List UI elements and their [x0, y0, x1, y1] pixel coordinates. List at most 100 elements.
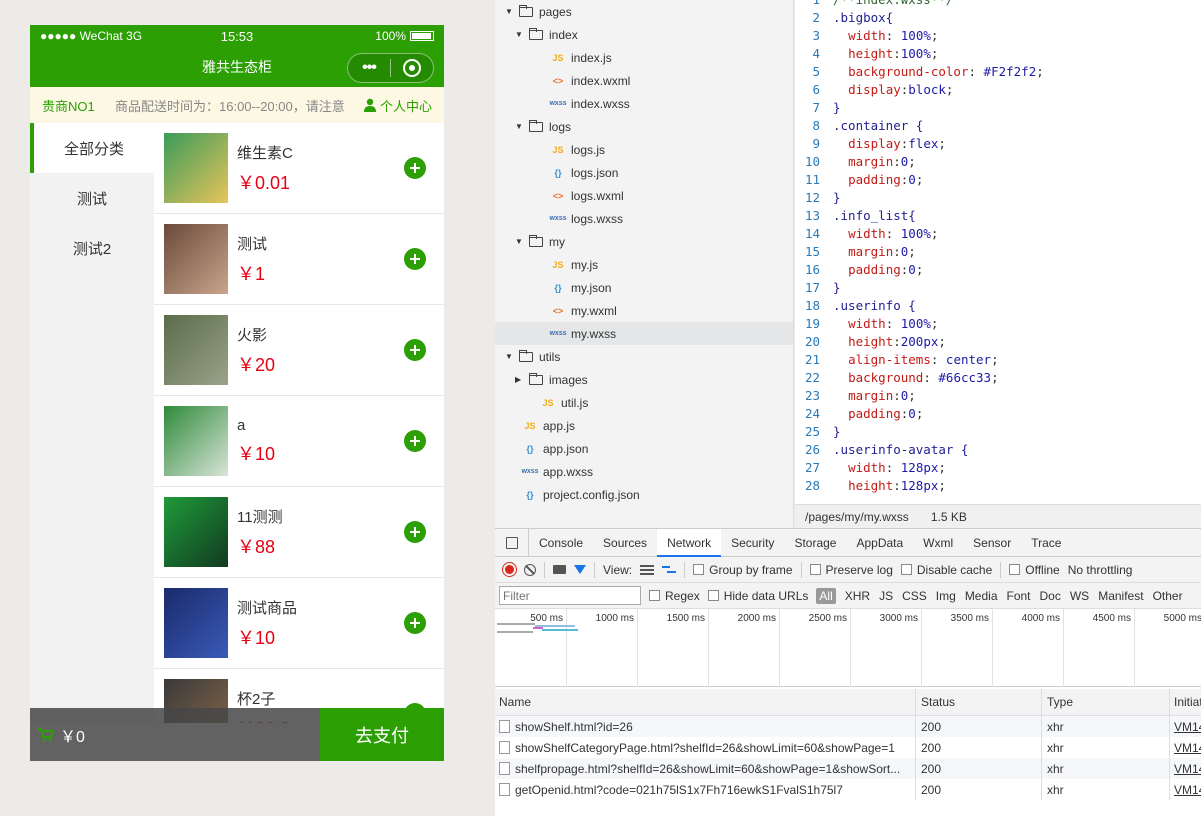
tree-folder[interactable]: ▼ logs: [495, 115, 793, 138]
tree-folder[interactable]: ▼ pages: [495, 0, 793, 23]
tree-file[interactable]: wxss app.wxss: [495, 460, 793, 483]
goods-item[interactable]: 11测测 ￥88: [154, 487, 444, 578]
type-filter-all[interactable]: All: [816, 587, 836, 604]
chevron-down-icon[interactable]: ▼: [515, 30, 525, 39]
tab-storage[interactable]: Storage: [784, 529, 846, 557]
tree-folder[interactable]: ▼ index: [495, 23, 793, 46]
table-row[interactable]: showShelf.html?id=26 200xhrVM14: [495, 716, 1201, 737]
tab-sources[interactable]: Sources: [593, 529, 657, 557]
tree-file[interactable]: JS app.js: [495, 414, 793, 437]
chevron-down-icon[interactable]: ▼: [505, 352, 515, 361]
category-all[interactable]: 全部分类: [30, 123, 154, 173]
column-initiator[interactable]: Initiator: [1170, 689, 1201, 715]
type-filter-manifest[interactable]: Manifest: [1098, 589, 1143, 603]
column-status[interactable]: Status: [916, 689, 1042, 715]
tab-console[interactable]: Console: [529, 529, 593, 557]
category-test[interactable]: 测试: [30, 173, 154, 223]
column-type[interactable]: Type: [1042, 689, 1170, 715]
tab-trace[interactable]: Trace: [1021, 529, 1071, 557]
tree-file[interactable]: {} app.json: [495, 437, 793, 460]
add-to-cart-button[interactable]: [404, 521, 426, 543]
tree-file[interactable]: JS my.js: [495, 253, 793, 276]
tree-file[interactable]: <> index.wxml: [495, 69, 793, 92]
type-filter-ws[interactable]: WS: [1070, 589, 1089, 603]
tab-network[interactable]: Network: [657, 528, 722, 557]
clear-button[interactable]: [524, 563, 536, 576]
chevron-down-icon[interactable]: ▼: [515, 237, 525, 246]
disable-cache-checkbox[interactable]: Disable cache: [900, 563, 992, 577]
tree-file[interactable]: <> my.wxml: [495, 299, 793, 322]
type-filter-css[interactable]: CSS: [902, 589, 927, 603]
pay-button[interactable]: 去支付: [320, 708, 444, 761]
type-filter-doc[interactable]: Doc: [1040, 589, 1061, 603]
network-timeline[interactable]: 500 ms 1000 ms 1500 ms 2000 ms 2500 ms 3000 m…: [495, 609, 1201, 687]
table-row[interactable]: getOpenid.html?code=021h75lS1x7Fh716ewkS…: [495, 779, 1201, 800]
js-file-icon: JS: [552, 52, 564, 63]
column-name[interactable]: Name: [495, 689, 916, 715]
offline-checkbox[interactable]: Offline: [1009, 563, 1060, 577]
add-to-cart-button[interactable]: [404, 430, 426, 452]
type-filter-js[interactable]: JS: [879, 589, 893, 603]
tree-file[interactable]: <> logs.wxml: [495, 184, 793, 207]
add-to-cart-button[interactable]: [404, 612, 426, 634]
goods-item[interactable]: 火影 ￥20: [154, 305, 444, 396]
tree-file[interactable]: JS util.js: [495, 391, 793, 414]
chevron-down-icon[interactable]: ▼: [515, 122, 525, 131]
tree-file[interactable]: {} logs.json: [495, 161, 793, 184]
hide-data-urls-checkbox[interactable]: Hide data URLs: [707, 589, 808, 603]
type-filter-xhr[interactable]: XHR: [845, 589, 870, 603]
tab-security[interactable]: Security: [721, 529, 784, 557]
code-editor[interactable]: 1/**index.wxss**/2.bigbox{3 width: 100%;…: [795, 0, 1201, 504]
tree-file[interactable]: wxss logs.wxss: [495, 207, 793, 230]
tab-appdata[interactable]: AppData: [846, 529, 913, 557]
goods-item[interactable]: 测试商品 ￥10: [154, 578, 444, 669]
group-by-frame-checkbox[interactable]: Group by frame: [693, 563, 793, 577]
request-initiator[interactable]: VM14: [1170, 758, 1201, 779]
filter-input[interactable]: [499, 586, 641, 605]
preserve-log-checkbox[interactable]: Preserve log: [809, 563, 893, 577]
code-text: .info_list{: [833, 207, 916, 225]
cart-summary[interactable]: ￥0: [30, 708, 320, 761]
chevron-right-icon[interactable]: ▶: [515, 375, 525, 384]
add-to-cart-button[interactable]: [404, 339, 426, 361]
tab-sensor[interactable]: Sensor: [963, 529, 1021, 557]
type-filter-media[interactable]: Media: [965, 589, 998, 603]
tree-file[interactable]: {} my.json: [495, 276, 793, 299]
filter-icon[interactable]: [574, 565, 586, 574]
chevron-down-icon[interactable]: ▼: [505, 7, 515, 16]
record-button[interactable]: [503, 563, 516, 576]
tree-file[interactable]: {} project.config.json: [495, 483, 793, 506]
regex-checkbox[interactable]: Regex: [649, 589, 700, 603]
type-filter-other[interactable]: Other: [1153, 589, 1183, 603]
tree-file[interactable]: JS index.js: [495, 46, 793, 69]
code-token: ;: [945, 82, 954, 97]
tree-file[interactable]: wxss index.wxss: [495, 92, 793, 115]
table-row[interactable]: showShelfCategoryPage.html?shelfId=26&sh…: [495, 737, 1201, 758]
tree-folder[interactable]: ▶ images: [495, 368, 793, 391]
type-filter-font[interactable]: Font: [1007, 589, 1031, 603]
goods-item[interactable]: 测试 ￥1: [154, 214, 444, 305]
tree-file[interactable]: wxss my.wxss: [495, 322, 793, 345]
type-filter-img[interactable]: Img: [936, 589, 956, 603]
screenshot-icon[interactable]: [553, 565, 566, 574]
table-row[interactable]: shelfpropage.html?shelfId=26&showLimit=6…: [495, 758, 1201, 779]
throttling-select[interactable]: No throttling: [1068, 563, 1133, 577]
request-initiator[interactable]: VM14: [1170, 716, 1201, 737]
personal-center-link[interactable]: 个人中心: [363, 96, 444, 115]
add-to-cart-button[interactable]: [404, 157, 426, 179]
tree-file[interactable]: JS logs.js: [495, 138, 793, 161]
tree-folder[interactable]: ▼ my: [495, 230, 793, 253]
category-test2[interactable]: 测试2: [30, 223, 154, 273]
goods-item[interactable]: 维生素C ￥0.01: [154, 123, 444, 214]
list-view-icon[interactable]: [640, 564, 655, 575]
close-miniprogram-button[interactable]: [391, 59, 433, 77]
more-menu-button[interactable]: •••: [348, 59, 390, 77]
add-to-cart-button[interactable]: [404, 248, 426, 270]
goods-item[interactable]: a ￥10: [154, 396, 444, 487]
request-initiator[interactable]: VM14: [1170, 737, 1201, 758]
tab-wxml[interactable]: Wxml: [913, 529, 963, 557]
request-initiator[interactable]: VM14: [1170, 779, 1201, 800]
waterfall-view-icon[interactable]: [662, 565, 677, 575]
tree-folder[interactable]: ▼ utils: [495, 345, 793, 368]
inspect-element-button[interactable]: [495, 528, 529, 557]
